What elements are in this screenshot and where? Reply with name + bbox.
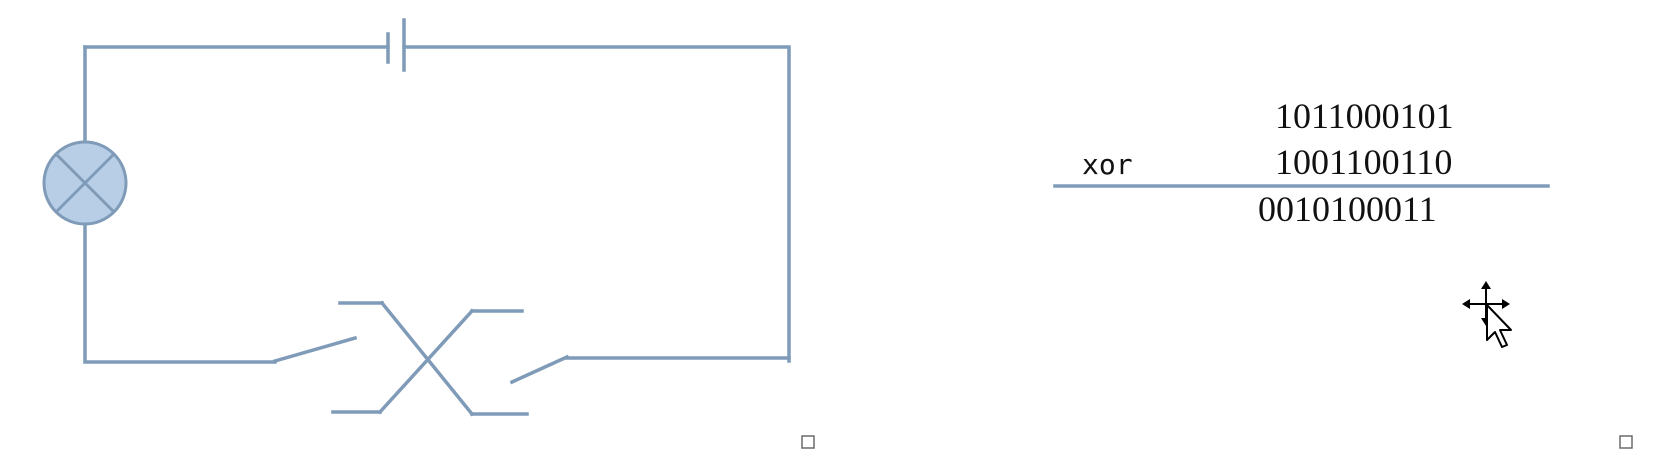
resize-handle-right-icon[interactable] <box>1619 435 1633 449</box>
move-cursor-icon <box>1462 281 1512 348</box>
circuit-diagram <box>42 18 791 417</box>
switch-right-icon <box>509 354 570 385</box>
xor-calculation: 1011000101 xor 1001100110 0010100011 <box>1053 96 1550 229</box>
xor-operand-b: 1001100110 <box>1275 142 1452 182</box>
switch-left-icon <box>272 335 358 364</box>
wire-top-right <box>402 45 791 363</box>
wire-left-lower <box>83 223 277 364</box>
xor-result: 0010100011 <box>1258 189 1437 229</box>
xor-operator-label: xor <box>1082 148 1133 181</box>
xor-operand-a: 1011000101 <box>1275 96 1454 136</box>
diagram-canvas: 1011000101 xor 1001100110 0010100011 <box>42 18 1633 449</box>
resize-handle-icon[interactable] <box>801 435 815 449</box>
lamp-icon <box>42 140 128 226</box>
crossed-switch-icon <box>331 300 529 417</box>
battery-icon <box>386 18 406 72</box>
